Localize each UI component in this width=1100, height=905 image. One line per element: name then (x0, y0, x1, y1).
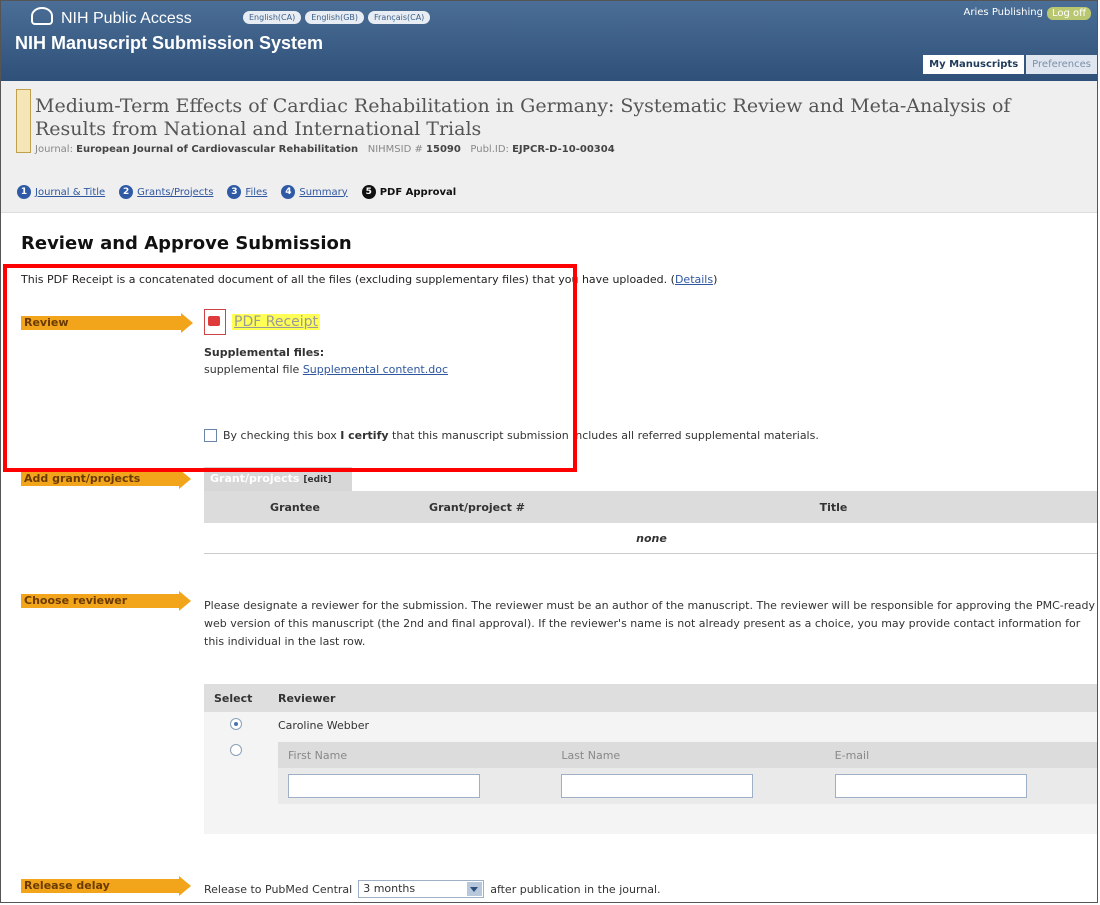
manuscript-header: Medium-Term Effects of Cardiac Rehabilit… (1, 81, 1097, 213)
brand: NIH Public Access (31, 7, 192, 28)
grantee-header: Grantee (204, 491, 386, 523)
grants-edit-link[interactable]: [edit] (303, 475, 331, 485)
step-number: 1 (17, 185, 31, 199)
last-name-field[interactable] (561, 774, 754, 798)
user-name: Aries Publishing (963, 7, 1043, 18)
reviewer-step-label: Choose reviewer (21, 591, 191, 611)
first-name-label: First Name (278, 742, 552, 768)
journal-name: European Journal of Cardiovascular Rehab… (76, 144, 359, 155)
manuscript-meta: Journal: European Journal of Cardiovascu… (35, 144, 615, 155)
manuscript-icon (16, 89, 31, 153)
tab-my-manuscripts[interactable]: My Manuscripts (923, 55, 1025, 74)
grants-step-label: Add grant/projects (21, 469, 191, 489)
top-tabs: My Manuscripts Preferences (923, 55, 1097, 74)
first-name-cell (278, 768, 552, 804)
reviewer-radio-cell (204, 738, 268, 834)
logoff-button[interactable]: Log off (1046, 7, 1091, 20)
reviewer-table: Select Reviewer Caroline Webber First Na… (204, 684, 1097, 834)
reviewer-radio-new[interactable] (230, 744, 242, 756)
nih-logo-icon (31, 7, 53, 25)
language-switcher: English(CA) English(GB) Français(CA) (243, 11, 431, 24)
step-label: Grants/Projects (137, 186, 214, 198)
wizard-steps: 1 Journal & Title 2 Grants/Projects 3 Files… (17, 185, 456, 199)
system-title: NIH Manuscript Submission System (15, 33, 324, 53)
step-number: 4 (281, 185, 296, 199)
new-reviewer-form: First Name Last Name E-mail (278, 742, 1097, 804)
release-delay-value: 3 months (363, 882, 416, 895)
top-navigation-bar: NIH Public Access English(CA) English(GB… (1, 1, 1097, 81)
language-english-ca[interactable]: English(CA) (243, 11, 302, 24)
title-header: Title (568, 491, 1097, 523)
step-grants-projects[interactable]: 2 Grants/Projects (119, 185, 213, 199)
step-files[interactable]: 3 Files (227, 185, 267, 199)
publid-value: EJPCR-D-10-00304 (512, 144, 615, 155)
user-info: Aries Publishing Log off (964, 7, 1091, 20)
step-label: PDF Approval (379, 186, 457, 198)
grants-empty: none (204, 523, 1097, 554)
step-label: Files (245, 186, 268, 198)
reviewer-instructions: Please designate a reviewer for the subm… (204, 599, 1096, 648)
nihmsid-value: 15090 (426, 144, 461, 155)
grants-table: Grantee Grant/project # Title none (204, 491, 1097, 554)
email-field[interactable] (834, 774, 1027, 798)
new-reviewer-cell: First Name Last Name E-mail (268, 738, 1097, 834)
nihmsid-label: NIHMSID # (367, 144, 423, 155)
page-title: Review and Approve Submission (21, 233, 352, 254)
app-window: NIH Public Access English(CA) English(GB… (0, 0, 1098, 903)
step-summary[interactable]: 4 Summary (281, 185, 348, 199)
step-label: Journal & Title (35, 186, 106, 198)
manuscript-title: Medium-Term Effects of Cardiac Rehabilit… (35, 95, 1011, 140)
release-prefix: Release to PubMed Central (204, 882, 353, 896)
tab-preferences[interactable]: Preferences (1026, 55, 1097, 74)
last-name-cell (551, 768, 825, 804)
reviewer-header: Reviewer (268, 684, 1097, 712)
step-pdf-approval: 5 PDF Approval (361, 185, 457, 199)
chevron-down-icon[interactable] (467, 882, 483, 896)
highlight-box (3, 264, 577, 472)
language-english-gb[interactable]: English(GB) (305, 11, 365, 24)
last-name-label: Last Name (551, 742, 825, 768)
language-french-ca[interactable]: Français(CA) (368, 11, 431, 24)
existing-reviewer: Caroline Webber (268, 712, 1097, 738)
email-cell (824, 768, 1097, 804)
first-name-field[interactable] (288, 774, 480, 798)
publid-label: Publ.ID: (470, 144, 509, 155)
release-suffix: after publication in the journal. (490, 882, 661, 896)
step-number: 5 (361, 185, 376, 199)
release-step-label: Release delay (21, 876, 191, 896)
brand-name: NIH Public Access (61, 10, 192, 27)
release-delay-select[interactable]: 3 months (358, 880, 485, 898)
details-link[interactable]: Details (675, 273, 713, 286)
journal-label: Journal: (35, 144, 73, 155)
step-journal-title[interactable]: 1 Journal & Title (17, 185, 105, 199)
reviewer-radio-cell (204, 712, 268, 738)
email-label: E-mail (824, 742, 1097, 768)
step-number: 3 (227, 185, 242, 199)
intro-paren-close: ) (713, 273, 718, 286)
select-header: Select (204, 684, 268, 712)
release-delay-row: Release to PubMed Central 3 months after… (204, 880, 661, 898)
step-label: Summary (299, 186, 348, 198)
grants-tab-label: Grant/projects (210, 472, 300, 485)
reviewer-radio-existing[interactable] (230, 717, 242, 730)
grant-number-header: Grant/project # (386, 491, 568, 523)
step-number: 2 (119, 185, 134, 199)
